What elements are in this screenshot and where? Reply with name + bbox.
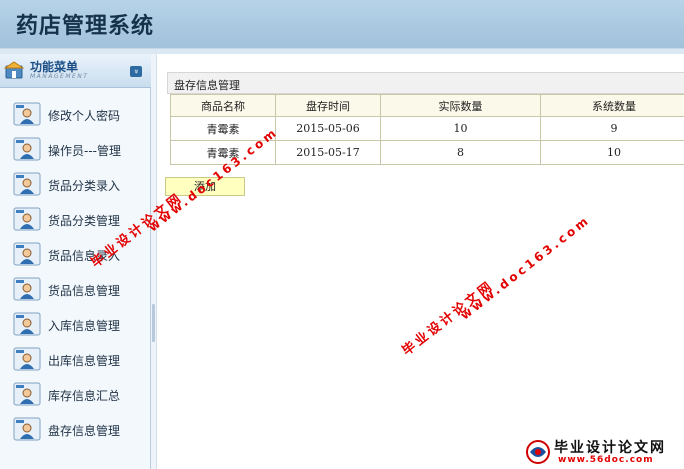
column-header-name: 商品名称 bbox=[170, 94, 276, 117]
user-card-icon bbox=[13, 312, 41, 336]
sidebar-item-stocktake-manage[interactable]: 盘存信息管理 bbox=[0, 412, 151, 447]
menu-list: 修改个人密码 操作员---管理 货品分类录入 货品分类管理 货品信息录入 货品信… bbox=[0, 97, 151, 447]
sidebar-item-change-password[interactable]: 修改个人密码 bbox=[0, 97, 151, 132]
cell-name: 青霉素 bbox=[170, 140, 276, 165]
app-title: 药店管理系统 bbox=[16, 13, 155, 39]
table-row[interactable]: 青霉素 2015-05-17 8 10 bbox=[170, 140, 684, 165]
sidebar-item-label: 货品信息录入 bbox=[48, 249, 121, 263]
cell-name: 青霉素 bbox=[170, 116, 276, 141]
splitter-grip-handle[interactable] bbox=[152, 304, 155, 342]
table-row[interactable]: 青霉素 2015-05-06 10 9 bbox=[170, 116, 684, 141]
sidebar-item-label: 出库信息管理 bbox=[48, 354, 121, 368]
user-card-icon bbox=[13, 207, 41, 231]
cell-date: 2015-05-06 bbox=[275, 116, 381, 141]
sidebar-item-label: 货品分类管理 bbox=[48, 214, 121, 228]
column-header-date: 盘存时间 bbox=[275, 94, 381, 117]
menu-collapse-button[interactable]: » bbox=[130, 66, 142, 77]
user-card-icon bbox=[13, 417, 41, 441]
sidebar-item-label: 入库信息管理 bbox=[48, 319, 121, 333]
sidebar: 功能菜单 MANAGEMENT » 修改个人密码 操作员---管理 货品分类录入… bbox=[0, 54, 151, 469]
header-bar: 药店管理系统 bbox=[0, 0, 684, 48]
user-card-icon bbox=[13, 242, 41, 266]
column-header-system: 系统数量 bbox=[540, 94, 684, 117]
sidebar-item-goods-manage[interactable]: 货品信息管理 bbox=[0, 272, 151, 307]
cell-system: 10 bbox=[540, 140, 684, 165]
cell-date: 2015-05-17 bbox=[275, 140, 381, 165]
main-content: 盘存信息管理 商品名称 盘存时间 实际数量 系统数量 青霉素 2015-05-0… bbox=[157, 54, 684, 469]
cell-system: 9 bbox=[540, 116, 684, 141]
user-card-icon bbox=[13, 137, 41, 161]
user-card-icon bbox=[13, 382, 41, 406]
sidebar-item-category-entry[interactable]: 货品分类录入 bbox=[0, 167, 151, 202]
table-header-row: 商品名称 盘存时间 实际数量 系统数量 bbox=[170, 94, 684, 117]
menu-header: 功能菜单 MANAGEMENT » bbox=[0, 54, 151, 88]
user-card-icon bbox=[13, 277, 41, 301]
sidebar-item-label: 货品分类录入 bbox=[48, 179, 121, 193]
panel-title: 盘存信息管理 bbox=[167, 72, 684, 94]
cell-actual: 10 bbox=[380, 116, 541, 141]
home-folder-icon bbox=[4, 61, 24, 79]
double-chevron-down-icon: » bbox=[131, 69, 141, 74]
add-button[interactable]: 添加 bbox=[165, 177, 245, 196]
app-window: 药店管理系统 功能菜单 MANAGEMENT » 修改个人密码 操作员---管理 bbox=[0, 0, 684, 469]
cell-actual: 8 bbox=[380, 140, 541, 165]
sidebar-item-label: 盘存信息管理 bbox=[48, 424, 121, 438]
sidebar-item-stock-in[interactable]: 入库信息管理 bbox=[0, 307, 151, 342]
stocktake-table: 商品名称 盘存时间 实际数量 系统数量 青霉素 2015-05-06 10 9 … bbox=[170, 94, 684, 165]
sidebar-item-inventory-summary[interactable]: 库存信息汇总 bbox=[0, 377, 151, 412]
user-card-icon bbox=[13, 172, 41, 196]
sidebar-item-stock-out[interactable]: 出库信息管理 bbox=[0, 342, 151, 377]
sidebar-item-label: 货品信息管理 bbox=[48, 284, 121, 298]
user-card-icon bbox=[13, 347, 41, 371]
stocktake-panel: 盘存信息管理 商品名称 盘存时间 实际数量 系统数量 青霉素 2015-05-0… bbox=[167, 72, 684, 165]
sidebar-item-goods-entry[interactable]: 货品信息录入 bbox=[0, 237, 151, 272]
sidebar-item-category-manage[interactable]: 货品分类管理 bbox=[0, 202, 151, 237]
sidebar-item-label: 修改个人密码 bbox=[48, 109, 121, 123]
user-card-icon bbox=[13, 102, 41, 126]
sidebar-item-label: 库存信息汇总 bbox=[48, 389, 121, 403]
sidebar-item-operator-manage[interactable]: 操作员---管理 bbox=[0, 132, 151, 167]
menu-subtitle: MANAGEMENT bbox=[30, 73, 89, 80]
column-header-actual: 实际数量 bbox=[380, 94, 541, 117]
sidebar-item-label: 操作员---管理 bbox=[48, 144, 121, 158]
